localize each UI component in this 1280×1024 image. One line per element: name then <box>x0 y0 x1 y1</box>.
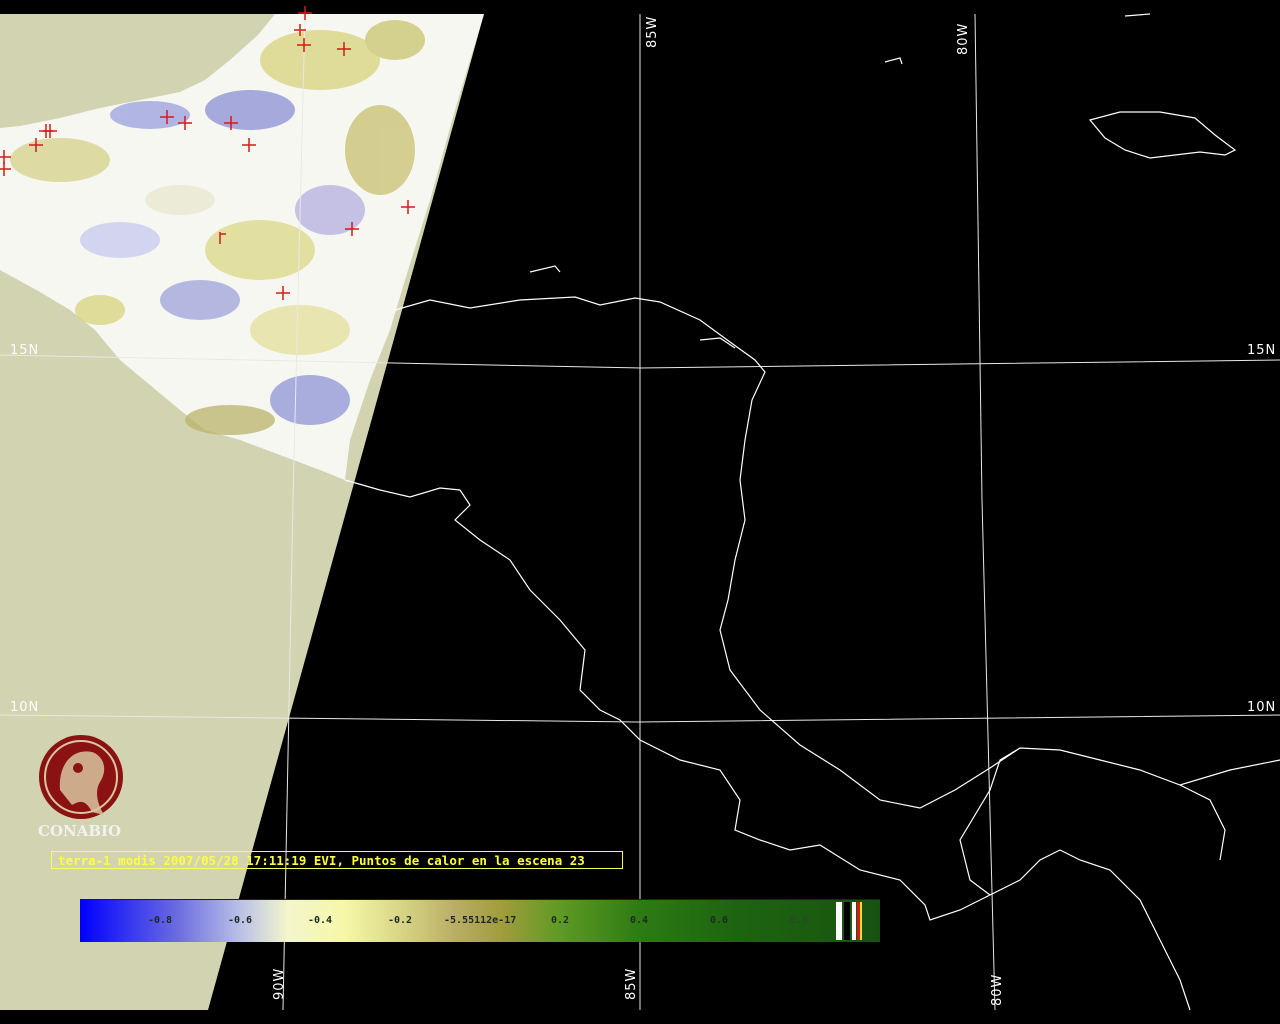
lat-10n-right: 10N <box>1247 700 1277 715</box>
lon-80w-top: 80W <box>956 22 971 55</box>
colorbar-stripe-yellow <box>860 902 862 940</box>
lat-15n-left: 15N <box>10 343 40 358</box>
colorbar-tick: 0.6 <box>710 915 729 926</box>
colorbar-stripe-white <box>852 902 856 940</box>
lat-10n-left: 10N <box>10 700 40 715</box>
scene-caption: terra-1 modis 2007/05/28 17:11:19 EVI, P… <box>51 851 623 869</box>
colorbar-tick: -0.8 <box>148 915 173 926</box>
colorbar-tick: -5.55112e-17 <box>444 915 517 926</box>
colorbar-stripe-black <box>844 902 850 940</box>
colorbar-stripe-white <box>836 902 842 940</box>
colorbar-tick: 0.8 <box>790 915 809 926</box>
lon-80w-bottom: 80W <box>990 973 1005 1006</box>
lat-15n-right: 15N <box>1247 343 1277 358</box>
colorbar-tick: -0.4 <box>308 915 333 926</box>
colorbar-tick: 0.4 <box>630 915 649 926</box>
evi-colorbar: -0.8 -0.6 -0.4 -0.2 -5.55112e-17 0.2 0.4… <box>80 899 880 942</box>
colorbar-tick: -0.2 <box>388 915 413 926</box>
conabio-macaw-logo-icon <box>39 735 123 819</box>
lon-85w-top: 85W <box>645 15 660 48</box>
logo-name: CONABIO <box>38 822 122 840</box>
satellite-map <box>0 0 1280 1024</box>
colorbar-tick: -0.6 <box>228 915 253 926</box>
colorbar-tick: 0.2 <box>551 915 570 926</box>
lon-90w-bottom: 90W <box>272 967 287 1000</box>
lon-85w-bottom: 85W <box>624 967 639 1000</box>
